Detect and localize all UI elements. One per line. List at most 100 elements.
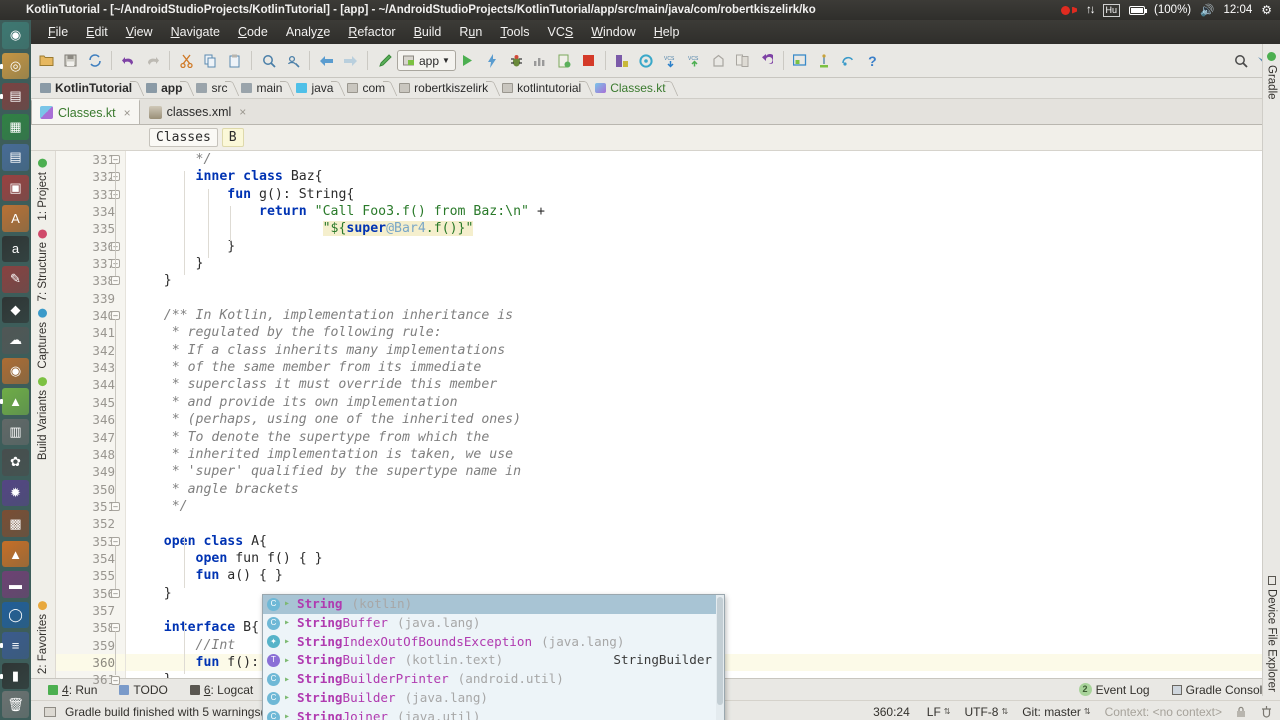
cut-icon[interactable] [175,49,198,72]
volume-icon[interactable]: 🔊 [1200,3,1214,17]
fold-toggle[interactable]: – [111,276,120,286]
code-line[interactable]: */ [126,151,1266,168]
menu-item-edit[interactable]: Edit [77,23,117,41]
run-with-coverage-icon[interactable] [553,49,576,72]
menu-item-build[interactable]: Build [405,23,451,41]
gradle-sync-icon[interactable] [837,49,860,72]
sdk-manager-icon[interactable] [635,49,658,72]
save-all-icon[interactable] [59,49,82,72]
forward-icon[interactable] [339,49,362,72]
completion-item[interactable]: C ▸ StringBuilderPrinter (android.util) [263,670,724,689]
vcs-branch[interactable]: Git: master ⇅ [1015,705,1097,719]
editor-tab-classes-xml[interactable]: classes.xml × [140,99,256,124]
completion-item-list[interactable]: C ▸ String (kotlin) C ▸ StringBuffer (java.lang… [263,595,724,720]
code-line[interactable]: } [126,238,1266,255]
close-icon[interactable]: × [239,105,246,119]
breadcrumb-item-main[interactable]: main [236,79,291,98]
completion-item[interactable]: C ▸ String (kotlin) [263,595,724,614]
code-line[interactable]: * inherited implementation is taken, we … [126,446,1266,463]
undo-icon[interactable] [117,49,140,72]
menu-item-window[interactable]: Window [582,23,644,41]
files-icon[interactable]: ▤ [0,83,29,110]
completion-item[interactable]: C ▸ StringJoiner (java.util) [263,708,724,720]
apply-changes-icon[interactable] [481,49,504,72]
fold-toggle[interactable]: – [111,502,120,511]
left-tool-button-build-variants[interactable]: Build Variants [37,373,49,464]
help-icon[interactable]: ? [861,49,884,72]
vlc-icon[interactable]: ▲ [2,540,29,568]
gimp-icon[interactable]: ✿ [2,449,29,476]
vcs-commit-icon[interactable]: VCS [683,49,706,72]
caret-position[interactable]: 360:24 [866,705,920,719]
search-everywhere-icon[interactable] [1229,49,1252,72]
left-tool-button-captures[interactable]: Captures [37,305,49,373]
trash-icon[interactable]: 🗑 [2,691,29,718]
code-line[interactable]: * 'super' qualified by the supertype nam… [126,463,1266,480]
lock-icon[interactable] [1229,706,1253,718]
code-line[interactable]: open fun f() { } [126,550,1266,567]
inspections-icon[interactable] [1253,705,1280,718]
open-folder-icon[interactable] [35,49,58,72]
battery-icon[interactable] [1129,5,1148,15]
debug-icon[interactable] [505,49,528,72]
find-usages-icon[interactable] [281,49,304,72]
menu-item-file[interactable]: File [39,23,77,41]
breadcrumb-item-app[interactable]: app [141,79,191,98]
colors-icon[interactable]: ✹ [2,479,29,507]
completion-item[interactable]: T ▸ StringBuilder (kotlin.text) StringBuilde… [263,651,724,670]
history-icon[interactable] [707,49,730,72]
breadcrumb-item-robertkiszelirk[interactable]: robertkiszelirk [394,79,497,98]
menu-item-tools[interactable]: Tools [491,23,538,41]
stop-icon[interactable] [577,49,600,72]
code-line[interactable]: * To denote the supertype from which the [126,429,1266,446]
diff-icon[interactable] [731,49,754,72]
file-encoding[interactable]: UTF-8 ⇅ [957,705,1015,719]
breadcrumb-item-classes-kt[interactable]: Classes.kt [590,79,674,98]
bottom-tool-button-6-logcat[interactable]: 6: Logcat [179,683,264,697]
video-editor-icon[interactable]: ▬ [2,571,29,598]
help-icon[interactable]: ☁ [2,327,29,354]
left-tool-button-7-structure[interactable]: 7: Structure [37,225,49,305]
menu-item-vcs[interactable]: VCS [539,23,583,41]
fold-toggle[interactable]: – [111,588,120,598]
completion-scrollbar[interactable] [716,595,724,720]
code-line[interactable]: * (perhaps, using one of the inherited o… [126,411,1266,428]
menu-item-refactor[interactable]: Refactor [339,23,404,41]
paste-icon[interactable] [223,49,246,72]
code-completion-popup[interactable]: C ▸ String (kotlin) C ▸ StringBuffer (java.lang… [262,594,725,720]
fold-toggle[interactable]: – [111,675,120,685]
sync-icon[interactable] [83,49,106,72]
structure-chip-b[interactable]: B [221,128,244,147]
libreoffice-writer-icon[interactable]: ▤ [2,144,29,171]
software-center-icon[interactable]: A [2,205,29,232]
code-line[interactable]: inner class Baz{ [126,168,1266,185]
breadcrumb-item-kotlintutorial[interactable]: KotlinTutorial [35,79,141,98]
line-number-gutter[interactable]: 331 332 333 334 335 336 337 338 339 340 341 342 343 3… [56,151,126,687]
code-line[interactable]: * If a class inherits many implementatio… [126,342,1266,359]
code-line[interactable]: "${super@Bar4.f()}" [126,220,1266,237]
menu-item-help[interactable]: Help [645,23,689,41]
structure-chip-classes[interactable]: Classes [149,128,218,147]
profile-icon[interactable] [529,49,552,72]
redo-icon[interactable] [141,49,164,72]
completion-item[interactable]: C ▸ StringBuilder (java.lang) [263,689,724,708]
device-icon[interactable]: ▮ [0,662,29,690]
network-updown-icon[interactable]: ↑↓ [1086,4,1095,16]
run-icon[interactable] [457,49,480,72]
photos-icon[interactable]: ▩ [2,510,29,537]
keyboard-layout-indicator[interactable]: Hu [1102,3,1121,17]
chrome-icon[interactable]: ◎ [0,52,29,80]
completion-item[interactable]: ✦ ▸ StringIndexOutOfBoundsException (java.l… [263,633,724,652]
libreoffice-calc-icon[interactable]: ▦ [2,113,29,141]
code-line[interactable] [126,290,1266,307]
left-tool-button-1-project[interactable]: 1: Project [37,155,49,225]
code-folding-column[interactable]: –––––––––––– [111,151,123,685]
code-line[interactable]: fun a() { } [126,567,1266,584]
disk-icon[interactable]: ◉ [2,357,29,385]
ubuntu-software-icon[interactable]: ◆ [2,296,29,324]
menu-item-code[interactable]: Code [229,23,277,41]
code-line[interactable]: open class A{ [126,533,1266,550]
breadcrumb-item-kotlintutorial[interactable]: kotlintutorial [497,79,590,98]
amazon-icon[interactable]: a [2,235,29,263]
line-separator[interactable]: LF ⇅ [920,705,958,719]
